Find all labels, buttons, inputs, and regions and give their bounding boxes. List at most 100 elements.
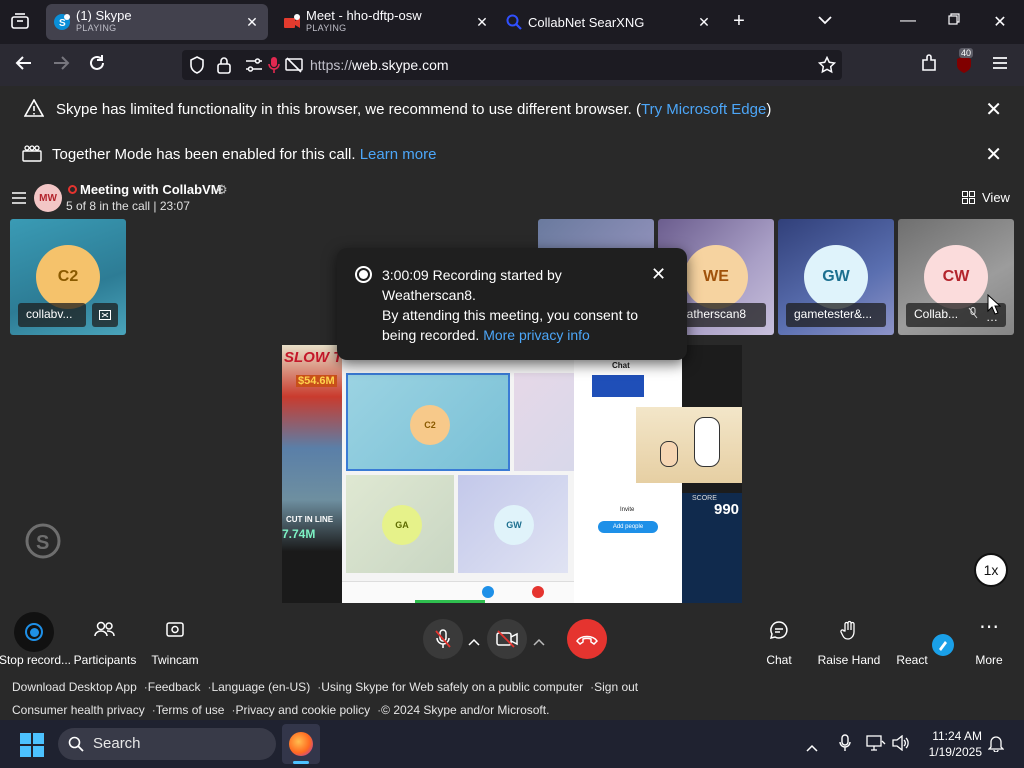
embedded-mic	[482, 586, 494, 598]
mouse-cursor-icon	[987, 293, 1002, 321]
screen-share-icon	[92, 303, 118, 327]
game-panel-left: SLOW T $54.6M CUT IN LINE 7.74M	[282, 345, 344, 603]
sign-out-link[interactable]: Sign out	[594, 680, 638, 694]
participant-avatar: GW	[804, 245, 868, 309]
view-button[interactable]: View	[982, 190, 1010, 205]
game-text-slow: SLOW T	[284, 349, 343, 366]
active-app-indicator	[293, 761, 309, 764]
mic-options-chevron-icon[interactable]	[468, 633, 480, 651]
tab-searxng[interactable]: CollabNet SearXNG ✕	[498, 4, 720, 40]
new-tab-icon[interactable]: +	[729, 10, 749, 33]
close-warning-icon[interactable]: ✕	[985, 97, 1002, 122]
tab-title: CollabNet SearXNG	[528, 15, 645, 29]
address-bar[interactable]: https://web.skype.com	[182, 50, 842, 80]
close-tab-icon[interactable]: ✕	[244, 14, 260, 31]
lock-icon[interactable]	[217, 56, 231, 79]
close-window-icon[interactable]: ✕	[990, 12, 1010, 32]
tab-overview-icon[interactable]	[10, 12, 30, 30]
playback-speed-label: 1x	[983, 562, 999, 578]
microphone-in-use-icon[interactable]	[268, 56, 280, 79]
tab-playing-label: PLAYING	[76, 23, 117, 33]
learn-more-link[interactable]: Learn more	[360, 146, 437, 163]
screen-share-blocked-icon[interactable]	[285, 57, 303, 78]
embedded-call-window: C2 GA GW	[342, 355, 574, 603]
recording-notification-text: 3:00:09 Recording started by Weatherscan…	[382, 265, 652, 345]
terms-link[interactable]: Terms of use	[156, 703, 225, 717]
grid-view-icon[interactable]	[962, 191, 975, 209]
twincam-button[interactable]: Twincam	[130, 606, 220, 676]
reload-icon[interactable]	[86, 54, 108, 77]
warning-icon	[23, 98, 45, 121]
game-text-money2: 7.74M	[282, 527, 316, 541]
muted-mic-icon	[968, 307, 978, 322]
tracking-protection-icon[interactable]	[189, 56, 205, 79]
participant-tile[interactable]: C2 collabv...	[10, 219, 126, 335]
embedded-avatar: GA	[382, 505, 422, 545]
host-avatar[interactable]: MW	[34, 184, 62, 212]
hamburger-menu-icon[interactable]	[12, 191, 26, 209]
taskbar-clock[interactable]: 11:24 AM 1/19/2025	[922, 728, 982, 760]
close-notification-icon[interactable]: ✕	[651, 264, 666, 285]
firefox-taskbar-button[interactable]	[282, 724, 320, 764]
extensions-icon[interactable]	[918, 54, 940, 77]
public-computer-link[interactable]: Using Skype for Web safely on a public c…	[321, 680, 583, 694]
restore-icon[interactable]	[944, 12, 964, 30]
share-progress-bar	[415, 600, 485, 603]
embedded-tile	[514, 373, 574, 471]
windows-start-icon[interactable]	[20, 733, 44, 762]
privacy-cookie-link[interactable]: Privacy and cookie policy	[235, 703, 370, 717]
embedded-end-call	[532, 586, 544, 598]
menu-hamburger-icon[interactable]	[989, 54, 1011, 75]
bookmark-star-icon[interactable]	[817, 55, 837, 79]
microphone-tray-icon[interactable]	[839, 734, 851, 757]
tab-meet[interactable]: Meet - hho-dftp-osw PLAYING ✕	[276, 4, 498, 40]
chat-panel-title: Chat	[612, 361, 630, 370]
end-call-button[interactable]	[567, 619, 607, 659]
tab-skype[interactable]: S (1) Skype PLAYING ✕	[46, 4, 268, 40]
back-icon[interactable]	[13, 54, 35, 77]
meeting-title[interactable]: Meeting with CollabVM	[80, 182, 222, 197]
volume-icon[interactable]	[892, 734, 910, 756]
recording-notification: 3:00:09 Recording started by Weatherscan…	[337, 248, 687, 360]
embedded-tile: C2	[346, 373, 510, 471]
health-privacy-link[interactable]: Consumer health privacy	[12, 703, 145, 717]
download-app-link[interactable]: Download Desktop App	[12, 680, 137, 694]
feedback-link[interactable]: Feedback	[148, 680, 201, 694]
more-button[interactable]: ⋯ More	[944, 606, 1024, 676]
page-footer: Download Desktop App ·Feedback ·Language (…	[0, 676, 1024, 720]
chat-add-people-button: Add people	[598, 521, 658, 533]
meeting-settings-gear-icon[interactable]: ⚙	[216, 182, 228, 198]
playback-speed-button[interactable]: 1x	[974, 553, 1008, 587]
forward-icon[interactable]	[50, 54, 72, 77]
close-tab-icon[interactable]: ✕	[696, 14, 712, 31]
url-text[interactable]: https://web.skype.com	[310, 57, 449, 73]
call-status: 5 of 8 in the call | 23:07	[66, 199, 190, 213]
list-tabs-chevron-icon[interactable]	[815, 12, 835, 30]
privacy-info-link[interactable]: More privacy info	[483, 327, 590, 343]
participant-name: collabv...	[18, 303, 86, 327]
mic-toggle-button[interactable]	[423, 619, 463, 659]
close-tab-icon[interactable]: ✕	[474, 14, 490, 31]
video-toggle-button[interactable]	[487, 619, 527, 659]
cartoon-figure-small	[660, 441, 678, 467]
taskbar-search[interactable]: Search	[58, 728, 276, 760]
copyright-text: © 2024 Skype and/or Microsoft.	[381, 703, 550, 717]
more-label: More	[975, 653, 1003, 667]
minimize-icon[interactable]: —	[898, 12, 918, 30]
permissions-icon[interactable]	[245, 57, 263, 78]
twincam-icon	[130, 620, 220, 643]
participant-tile[interactable]: GW gametester&...	[778, 219, 894, 335]
ublock-extension-icon[interactable]: 40	[953, 48, 975, 79]
network-icon[interactable]	[866, 735, 886, 756]
shared-screen: SLOW T $54.6M CUT IN LINE 7.74M C2 GA GW	[282, 345, 742, 603]
language-link[interactable]: Language (en-US)	[211, 680, 310, 694]
notification-bell-icon[interactable]	[987, 734, 1005, 757]
tray-overflow-chevron-icon[interactable]	[806, 739, 818, 757]
call-header: MW Meeting with CollabVM ⚙ 5 of 8 in the…	[0, 176, 1024, 218]
close-together-mode-icon[interactable]: ✕	[985, 142, 1002, 167]
url-host: web.skype.com	[352, 57, 449, 73]
embedded-avatar: C2	[410, 405, 450, 445]
try-edge-link[interactable]: Try Microsoft Edge	[641, 101, 766, 118]
video-options-chevron-icon[interactable]	[533, 633, 545, 651]
extension-badge: 40	[959, 48, 974, 58]
